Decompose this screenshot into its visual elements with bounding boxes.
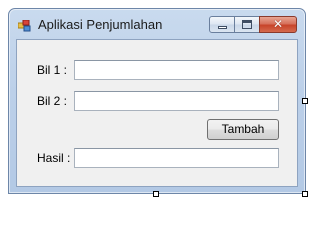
bil2-textbox[interactable] <box>74 91 279 111</box>
window-title: Aplikasi Penjumlahan <box>38 17 163 32</box>
maximize-icon <box>242 20 252 29</box>
resize-handle-corner[interactable] <box>302 191 308 197</box>
designer-surface: Aplikasi Penjumlahan ✕ Bil 1 : Bil 2 : T… <box>0 0 320 209</box>
form-client-area: Bil 1 : Bil 2 : Tambah Hasil : <box>16 39 298 187</box>
hasil-textbox[interactable] <box>74 148 279 168</box>
bil1-textbox[interactable] <box>74 60 279 80</box>
maximize-button[interactable] <box>234 16 260 33</box>
form-window: Aplikasi Penjumlahan ✕ Bil 1 : Bil 2 : T… <box>8 8 306 194</box>
bil1-label: Bil 1 : <box>37 63 68 77</box>
close-button[interactable]: ✕ <box>259 16 297 33</box>
minimize-button[interactable] <box>209 16 235 33</box>
close-icon: ✕ <box>272 17 284 31</box>
title-bar[interactable]: Aplikasi Penjumlahan ✕ <box>9 9 305 39</box>
windows-form-icon <box>17 19 32 32</box>
tambah-button[interactable]: Tambah <box>207 119 279 140</box>
resize-handle-right[interactable] <box>302 98 308 104</box>
bil2-label: Bil 2 : <box>37 94 68 108</box>
resize-handle-bottom[interactable] <box>153 191 159 197</box>
minimize-icon <box>218 26 227 29</box>
window-controls: ✕ <box>209 16 297 34</box>
hasil-label: Hasil : <box>37 151 71 165</box>
